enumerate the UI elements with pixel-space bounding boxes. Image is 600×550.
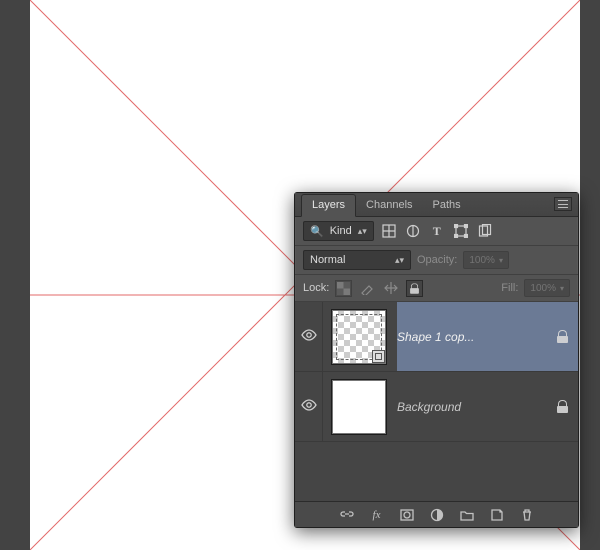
new-adjustment-icon[interactable] [429,507,445,523]
fill-label: Fill: [501,282,518,294]
layer-row[interactable]: Background [295,372,578,442]
layer-row[interactable]: Shape 1 cop... [295,302,578,372]
new-group-icon[interactable] [459,507,475,523]
smart-object-badge-icon [372,350,385,363]
visibility-toggle[interactable] [295,372,323,441]
chevron-updown-icon: ▴▾ [358,226,367,237]
layer-name[interactable]: Background [397,400,461,414]
lock-transparent-icon[interactable] [335,280,352,297]
lock-all-icon[interactable] [406,280,423,297]
opacity-label: Opacity: [417,254,457,266]
layer-thumbnail[interactable] [331,379,387,435]
layer-list: Shape 1 cop... Background [295,302,578,501]
fill-field[interactable]: 100% ▾ [524,279,570,297]
tab-layers[interactable]: Layers [301,194,356,217]
filter-type-icon[interactable]: T [428,222,446,240]
filter-pixel-icon[interactable] [380,222,398,240]
filter-shape-icon[interactable] [452,222,470,240]
filter-adjust-icon[interactable] [404,222,422,240]
filter-smart-icon[interactable] [476,222,494,240]
opacity-field[interactable]: 100% ▾ [463,251,509,269]
chevron-down-icon: ▾ [499,256,503,265]
tab-channels[interactable]: Channels [356,195,422,216]
lock-row: Lock: Fill: 100% ▾ [295,275,578,302]
lock-icon[interactable] [557,330,568,343]
blend-mode-value: Normal [310,254,345,266]
tab-paths[interactable]: Paths [423,195,471,216]
layers-footer: fx [295,501,578,527]
eye-icon [301,399,317,414]
layer-name[interactable]: Shape 1 cop... [397,330,474,344]
lock-label: Lock: [303,282,329,294]
visibility-toggle[interactable] [295,302,323,371]
filter-row: 🔍 Kind ▴▾ T [295,217,578,246]
new-layer-icon[interactable] [489,507,505,523]
opacity-value: 100% [469,255,495,266]
layers-panel: Layers Channels Paths 🔍 Kind ▴▾ T Normal… [294,192,579,528]
lock-position-icon[interactable] [382,279,400,297]
chevron-updown-icon: ▴▾ [395,255,404,266]
blend-row: Normal ▴▾ Opacity: 100% ▾ [295,246,578,275]
lock-pixels-icon[interactable] [358,279,376,297]
chevron-down-icon: ▾ [560,284,564,293]
delete-layer-icon[interactable] [519,507,535,523]
filter-kind-label: Kind [330,225,352,237]
layer-fx-icon[interactable]: fx [369,507,385,523]
fill-value: 100% [530,283,556,294]
layer-thumbnail[interactable] [331,309,387,365]
add-mask-icon[interactable] [399,507,415,523]
link-layers-icon[interactable] [339,507,355,523]
panel-menu-icon[interactable] [554,197,572,211]
lock-icon[interactable] [557,400,568,413]
eye-icon [301,329,317,344]
blend-mode-dropdown[interactable]: Normal ▴▾ [303,250,411,270]
filter-kind-dropdown[interactable]: 🔍 Kind ▴▾ [303,221,374,241]
panel-tabs: Layers Channels Paths [295,193,578,217]
search-icon: 🔍 [310,225,324,238]
